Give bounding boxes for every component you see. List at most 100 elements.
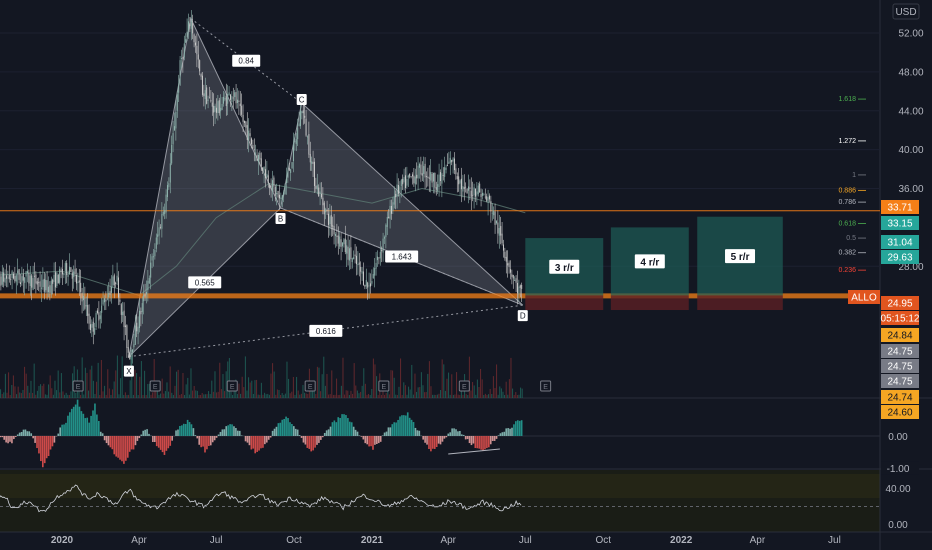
macd-bar [414, 427, 417, 436]
candle-body [21, 276, 23, 283]
volume-bar [8, 372, 10, 398]
volume-bar [454, 394, 456, 398]
volume-bar [30, 380, 32, 398]
candle-body [201, 75, 203, 95]
macd-bar [208, 435, 210, 446]
macd-bar [144, 429, 146, 436]
volume-bar [38, 385, 40, 398]
candle-body [120, 304, 122, 315]
volume-bar [500, 388, 502, 398]
candle-body [84, 297, 86, 309]
macd-bar [194, 435, 197, 436]
macd-bar [82, 413, 85, 436]
candle-body [361, 271, 363, 274]
volume-bar [350, 390, 352, 398]
macd-bar [366, 435, 369, 445]
candle-body [330, 214, 332, 227]
volume-bar [212, 391, 214, 398]
macd-bar [63, 424, 65, 436]
macd-bar [478, 435, 480, 449]
macd-bar [125, 435, 127, 461]
volume-bar [232, 394, 234, 398]
macd-bar [408, 417, 411, 436]
volume-bar [499, 386, 501, 398]
volume-bar [204, 394, 206, 398]
macd-bar [40, 435, 42, 462]
candle-body [509, 269, 511, 273]
candle-body [176, 94, 178, 111]
macd-bar [401, 415, 403, 436]
rsi-axis-label: 40.00 [885, 484, 910, 495]
candle-body [218, 100, 220, 114]
candle-body [368, 285, 370, 287]
fib-level-label: 0.236 [838, 267, 856, 274]
volume-bar [267, 393, 269, 398]
volume-bar [475, 394, 477, 398]
macd-bar [254, 435, 257, 454]
macd-bar [38, 435, 40, 454]
volume-bar [91, 365, 93, 398]
macd-bar [86, 417, 89, 436]
candle-body [180, 58, 182, 59]
candle-body [507, 263, 509, 266]
volume-bar [296, 376, 298, 398]
candle-body [109, 291, 111, 295]
candle-body [157, 234, 159, 237]
candle-body [284, 184, 286, 195]
candle-body [396, 184, 398, 197]
volume-bar [64, 394, 66, 398]
volume-bar [428, 361, 430, 398]
volume-bar [337, 394, 339, 398]
candle-body [151, 256, 153, 261]
candle-body [101, 305, 103, 313]
volume-bar [84, 367, 86, 398]
macd-bar [269, 435, 272, 438]
candle-body [285, 178, 287, 184]
volume-bar [142, 394, 144, 398]
volume-bar [403, 382, 405, 398]
candle-body [4, 277, 6, 283]
pattern-point-label: C [299, 95, 305, 104]
candle-body [371, 281, 373, 284]
candle-body [375, 262, 377, 269]
macd-bar [497, 435, 500, 436]
candle-body [232, 97, 234, 99]
candle-body [333, 226, 335, 235]
candle-body [229, 94, 231, 100]
candle-body [420, 164, 422, 175]
candle-body [294, 141, 296, 143]
volume-bar [236, 394, 238, 398]
macd-bar [410, 419, 413, 436]
candle-body [390, 205, 392, 214]
fib-level-label: 0.382 [838, 250, 856, 257]
macd-bar [337, 417, 340, 436]
macd-bar [306, 435, 309, 448]
candle-body [231, 96, 233, 103]
candle-body [473, 187, 475, 196]
chart-canvas[interactable]: 3 r/r4 r/r5 r/rEEEEEEEEXBCD0.5651.6430.6… [0, 0, 932, 550]
macd-bar [140, 434, 143, 436]
candle-body [502, 244, 504, 251]
candle-body [75, 275, 77, 284]
macd-bar [376, 435, 378, 444]
macd-bar [250, 435, 253, 450]
candle-body [413, 175, 415, 184]
macd-bar [333, 420, 336, 436]
candle-body [376, 256, 378, 261]
macd-bar [493, 435, 496, 441]
chart-root[interactable]: 3 r/r4 r/r5 r/rEEEEEEEEXBCD0.5651.6430.6… [0, 0, 932, 550]
volume-bar [89, 369, 91, 398]
candle-body [248, 130, 250, 140]
volume-bar [203, 394, 205, 398]
volume-bar [404, 385, 406, 398]
volume-bar [275, 394, 277, 398]
candle-body [500, 226, 502, 236]
candle-body [494, 211, 496, 225]
macd-bar [505, 428, 508, 436]
volume-bar [414, 373, 416, 398]
time-axis-label: Apr [750, 535, 766, 546]
macd-bar [511, 427, 513, 436]
volume-bar [513, 394, 515, 398]
macd-bar [90, 415, 92, 436]
macd-bar [22, 429, 25, 436]
